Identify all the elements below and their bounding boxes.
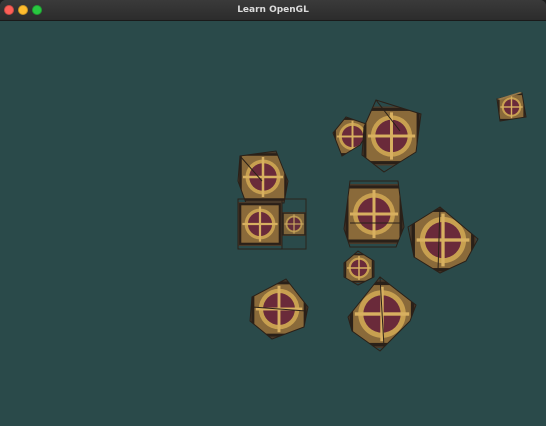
cube-5 [237,198,307,250]
opengl-viewport[interactable] [0,21,546,426]
app-window: Learn OpenGL [0,0,546,426]
cube-1 [496,92,527,122]
scene-canvas [237,92,527,352]
cube-6 [343,180,405,248]
window-title: Learn OpenGL [237,5,309,15]
window-titlebar[interactable]: Learn OpenGL [0,0,546,21]
cube-7 [407,206,479,274]
cube-9 [249,278,309,340]
cube-10 [347,276,417,352]
cube-3 [361,99,422,173]
cube-8 [343,250,375,286]
cube-4 [237,150,289,204]
